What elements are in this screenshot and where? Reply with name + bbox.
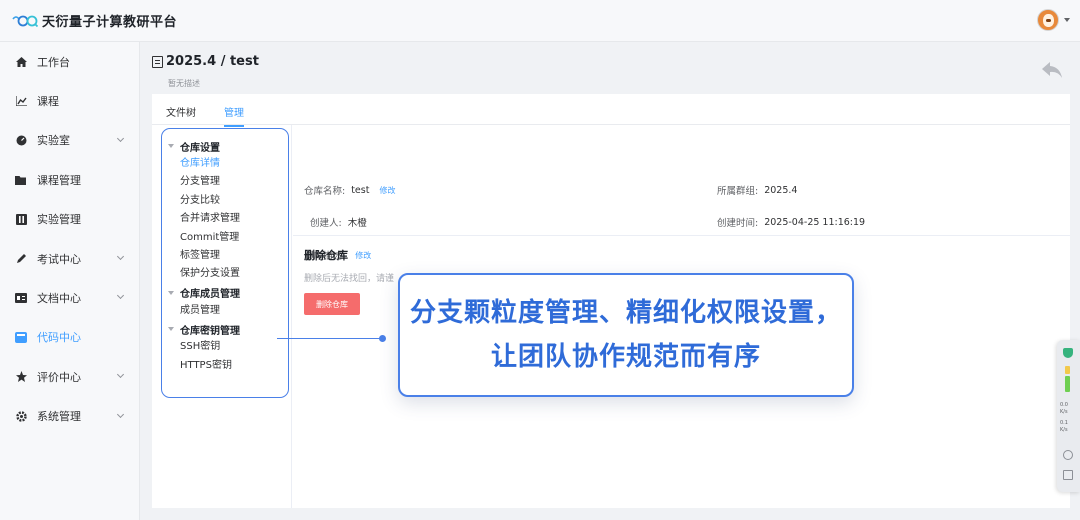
user-menu[interactable] <box>1037 9 1070 31</box>
gear-icon <box>15 410 27 422</box>
chevron-down-icon <box>116 410 125 418</box>
page-title: 2025.4 / test <box>166 54 259 69</box>
settings-tree: 仓库设置 仓库详情 分支管理 分支比较 合并请求管理 Commit管理 标签管理… <box>161 128 289 398</box>
chart-icon <box>15 95 27 107</box>
repo-created-value: 2025-04-25 11:16:19 <box>764 216 866 228</box>
tree-group-members[interactable]: 仓库成员管理 <box>168 284 288 302</box>
upload-speed: 0.0 K/s <box>1060 402 1068 415</box>
repo-name-label: 仓库名称: <box>304 186 346 197</box>
delete-section-title: 删除仓库 <box>304 249 348 262</box>
repo-creator-value: 木橙 <box>347 218 367 229</box>
delete-repo-button[interactable]: 删除仓库 <box>304 293 360 315</box>
avatar[interactable] <box>1037 9 1059 31</box>
sidebar-item-label: 课程 <box>37 95 59 109</box>
caret-down-icon <box>168 327 174 332</box>
tree-item-member-management[interactable]: 成员管理 <box>168 302 288 320</box>
sidebar-item-experiment-management[interactable]: 实验管理 <box>0 200 139 239</box>
sidebar-item-label: 实验管理 <box>37 213 81 227</box>
download-speed: 0.1 K/s <box>1060 420 1068 433</box>
document-icon <box>15 292 27 304</box>
tree-group-repo-settings[interactable]: 仓库设置 <box>168 137 288 155</box>
tree-item-merge-requests[interactable]: 合并请求管理 <box>168 210 288 228</box>
caret-down-icon <box>168 290 174 295</box>
tree-item-branch-compare[interactable]: 分支比较 <box>168 192 288 210</box>
sidebar-item-label: 考试中心 <box>37 252 81 266</box>
edit-desc-link[interactable]: 修改 <box>355 250 371 261</box>
expand-icon[interactable] <box>1063 470 1073 480</box>
book-icon <box>15 213 27 225</box>
sidebar-item-label: 课程管理 <box>37 173 81 187</box>
star-icon <box>15 371 27 383</box>
callout-line-1: 分支颗粒度管理、精细化权限设置， <box>409 298 842 328</box>
tree-item-https-keys[interactable]: HTTPS密钥 <box>168 357 288 375</box>
sidebar-item-exam-center[interactable]: 考试中心 <box>0 239 139 278</box>
sidebar-item-evaluation-center[interactable]: 评价中心 <box>0 357 139 396</box>
repository-icon <box>152 55 163 68</box>
home-icon <box>15 56 27 68</box>
sidebar-item-code-center[interactable]: 代码中心 <box>0 318 139 357</box>
chevron-down-icon <box>1064 18 1070 22</box>
code-icon <box>15 331 27 343</box>
top-bar: 天衍量子计算教研平台 <box>0 0 1080 42</box>
feature-callout: 分支颗粒度管理、精细化权限设置， 让团队协作规范而有序 <box>398 273 854 397</box>
breadcrumb: 2025.4 / test <box>152 54 259 69</box>
repo-description: 暂无描述 <box>168 79 200 88</box>
app-logo[interactable]: 天衍量子计算教研平台 <box>12 11 177 30</box>
dashboard-icon <box>15 134 27 146</box>
tree-item-tag-management[interactable]: 标签管理 <box>168 247 288 265</box>
sidebar-item-lab[interactable]: 实验室 <box>0 121 139 160</box>
chevron-down-icon <box>116 252 125 260</box>
repo-group-value: 2025.4 <box>764 184 798 196</box>
level-bar-top <box>1065 366 1070 374</box>
tree-item-commit-management[interactable]: Commit管理 <box>168 229 288 247</box>
callout-connector-dot <box>379 335 386 342</box>
repo-name-value: test <box>351 184 370 196</box>
callout-connector <box>277 338 383 339</box>
floating-toolbar[interactable]: 0.0 K/s 0.1 K/s <box>1057 340 1080 492</box>
tree-item-protected-branches[interactable]: 保护分支设置 <box>168 265 288 283</box>
app-title: 天衍量子计算教研平台 <box>42 15 178 30</box>
back-arrow-icon[interactable] <box>1042 62 1062 82</box>
chevron-down-icon <box>116 371 125 379</box>
sidebar-item-system-management[interactable]: 系统管理 <box>0 397 139 436</box>
shield-icon <box>1063 348 1073 358</box>
logo-icon <box>12 14 38 28</box>
delete-hint: 删除后无法找回，请谨 <box>304 274 395 284</box>
tree-item-ssh-keys[interactable]: SSH密钥 <box>168 338 288 356</box>
repo-name-row: 仓库名称: test 修改 <box>304 183 395 198</box>
sidebar: 工作台 课程 实验室 课程管理 实验管理 考试中心 文档中心 代码中心 评价中心… <box>0 42 140 520</box>
sidebar-item-document-center[interactable]: 文档中心 <box>0 278 139 317</box>
tree-item-branch-management[interactable]: 分支管理 <box>168 173 288 191</box>
repo-created-label: 创建时间: <box>717 218 759 229</box>
sidebar-item-label: 评价中心 <box>37 370 81 384</box>
pen-icon <box>15 253 27 265</box>
folder-icon <box>15 174 27 186</box>
repo-creator-row: 创建人: 木橙 <box>310 215 367 229</box>
repo-creator-label: 创建人: <box>310 218 342 229</box>
repo-group-label: 所属群组: <box>717 186 759 197</box>
caret-down-icon <box>168 144 174 148</box>
refresh-icon[interactable] <box>1063 450 1073 460</box>
chevron-down-icon <box>116 292 125 300</box>
edit-name-link[interactable]: 修改 <box>379 185 395 196</box>
level-bar-bottom <box>1065 376 1070 392</box>
sidebar-item-label: 文档中心 <box>37 292 81 306</box>
tree-group-keys[interactable]: 仓库密钥管理 <box>168 320 288 338</box>
sidebar-item-label: 工作台 <box>37 55 70 69</box>
section-divider <box>293 235 1070 236</box>
sidebar-item-course-management[interactable]: 课程管理 <box>0 160 139 199</box>
sidebar-item-course[interactable]: 课程 <box>0 81 139 120</box>
callout-line-2: 让团队协作规范而有序 <box>490 342 761 372</box>
sidebar-item-label: 实验室 <box>37 134 70 148</box>
sidebar-item-label: 代码中心 <box>37 331 81 345</box>
sidebar-item-label: 系统管理 <box>37 410 81 424</box>
repo-created-row: 创建时间: 2025-04-25 11:16:19 <box>717 215 866 230</box>
tree-item-repo-details[interactable]: 仓库详情 <box>168 155 288 173</box>
repo-group-row: 所属群组: 2025.4 <box>717 183 798 198</box>
sidebar-item-workbench[interactable]: 工作台 <box>0 42 139 81</box>
chevron-down-icon <box>116 134 125 142</box>
